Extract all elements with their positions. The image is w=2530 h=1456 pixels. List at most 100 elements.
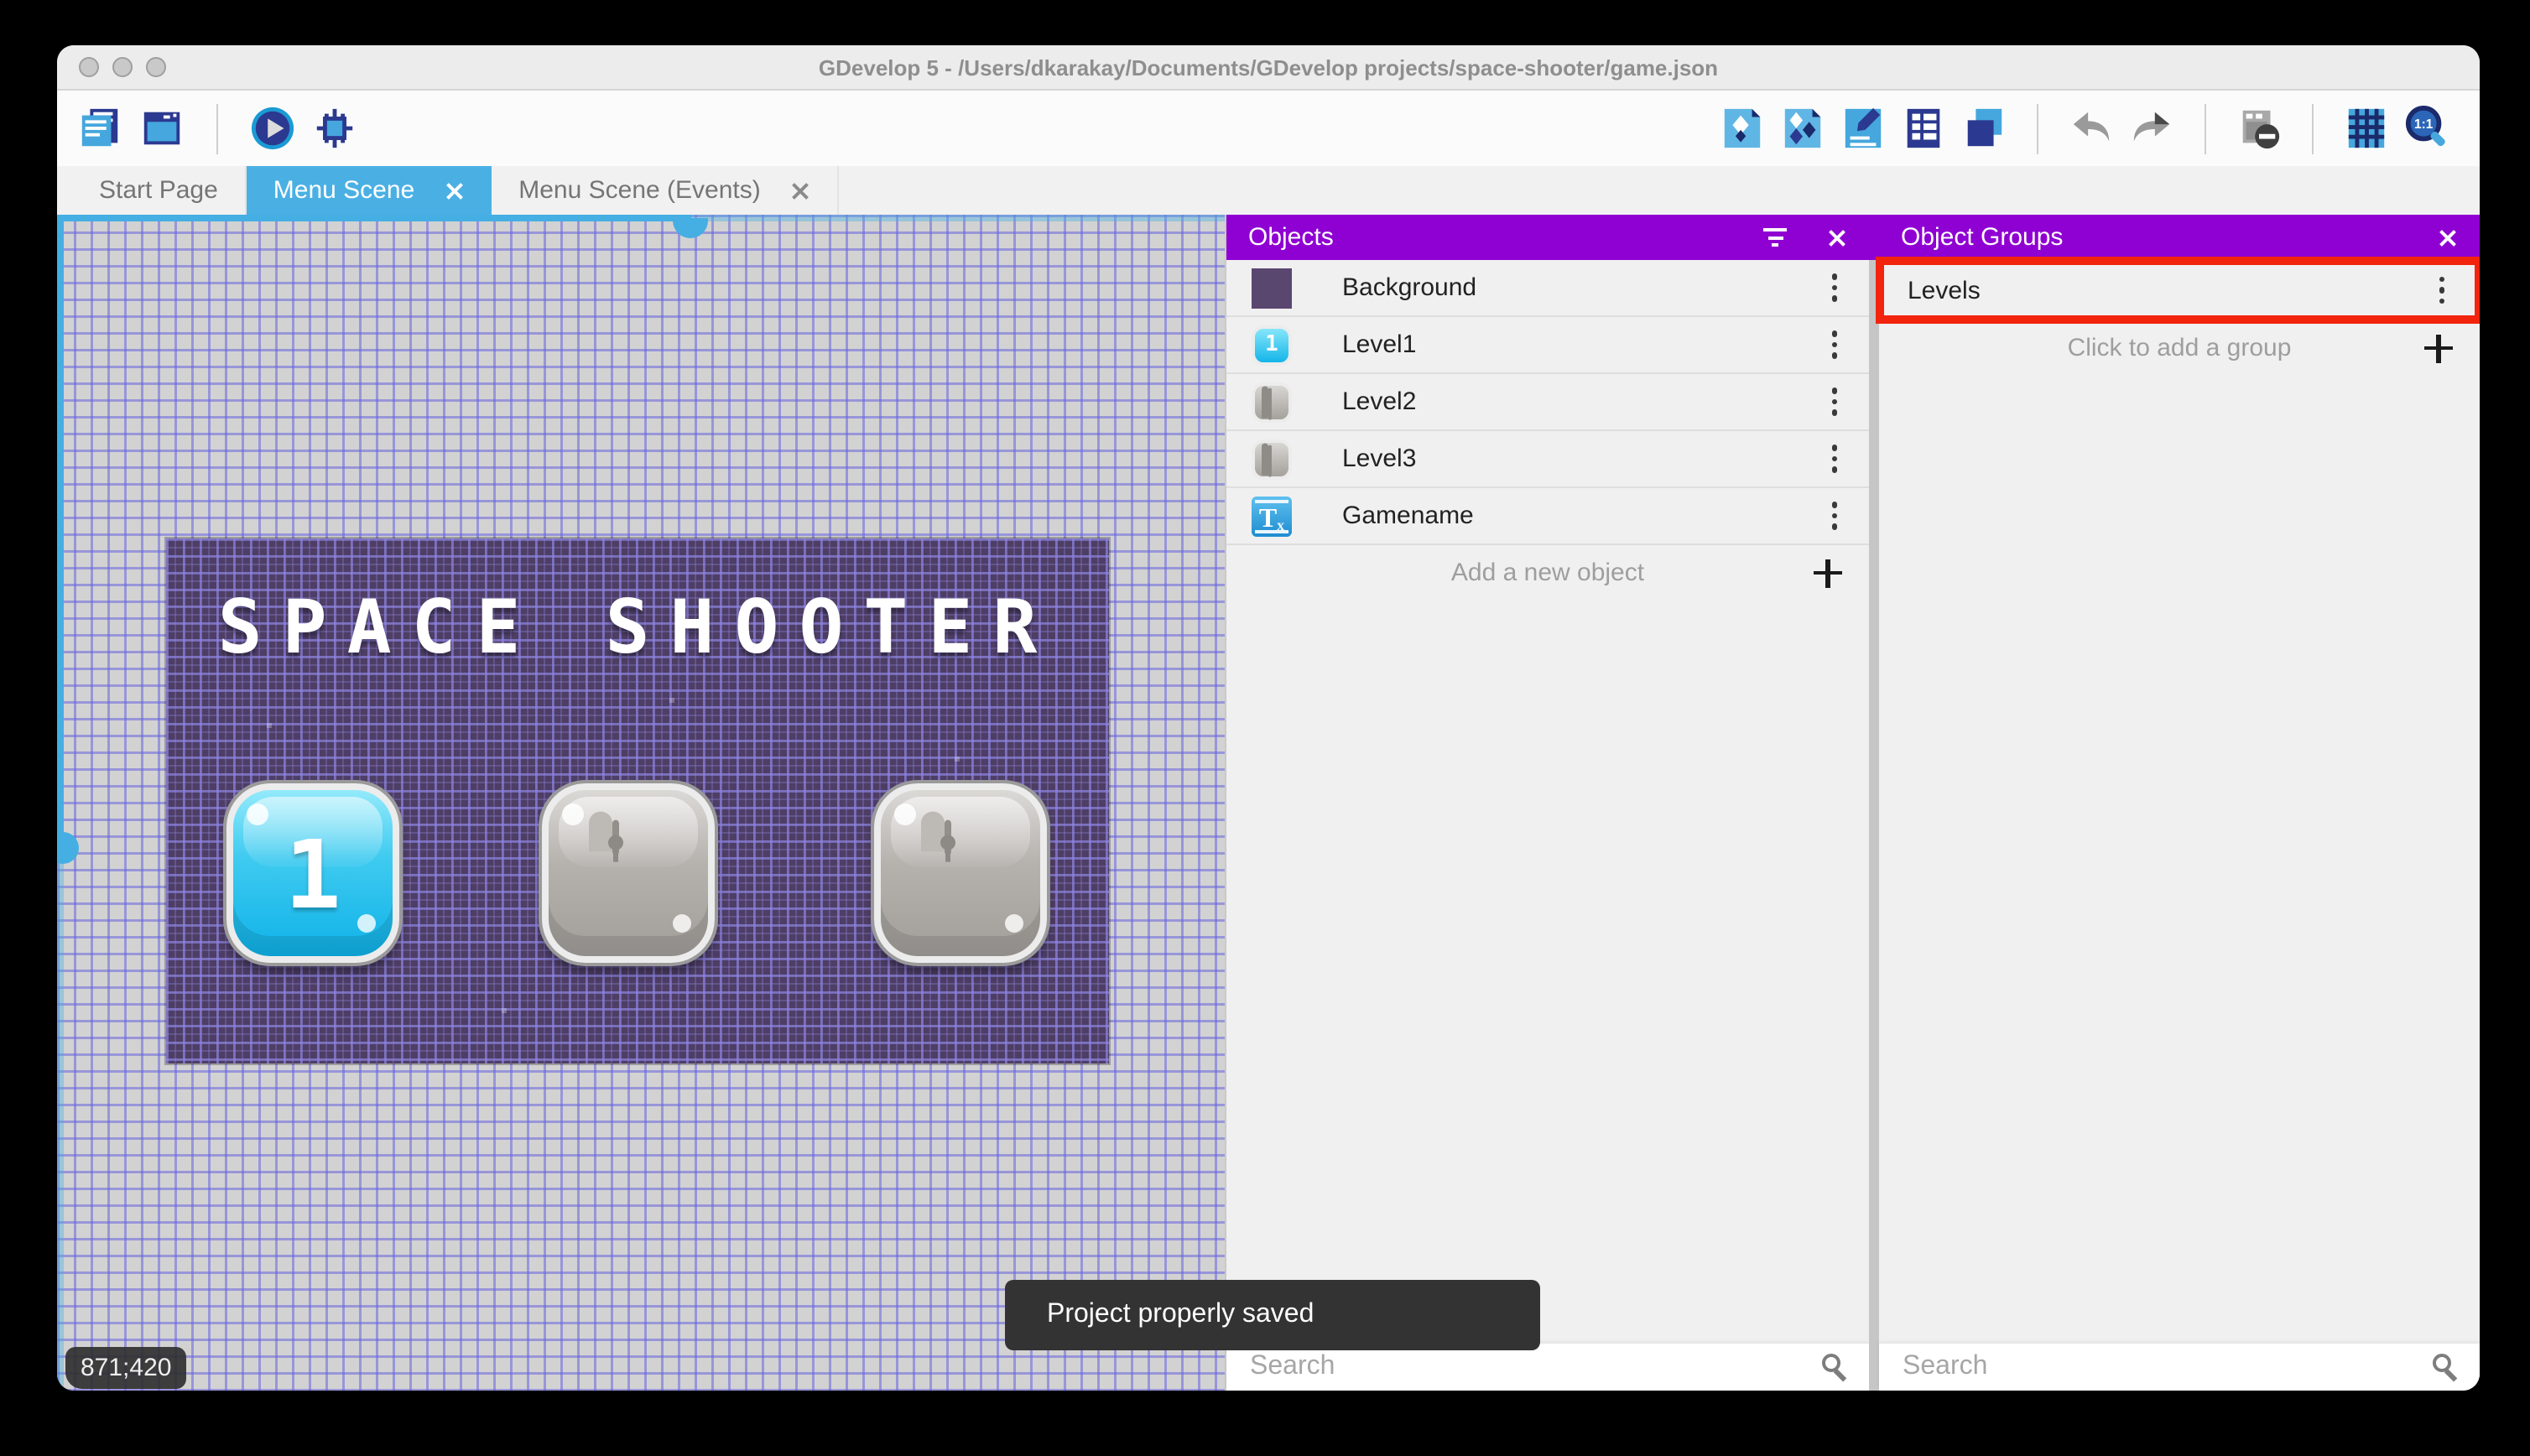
group-row-levels[interactable]: Levels	[1879, 260, 2480, 322]
object-groups-panel-header: Object Groups	[1879, 215, 2480, 260]
object-name: Background	[1342, 273, 1825, 302]
close-panel-icon[interactable]	[2438, 227, 2458, 247]
tab-menu-scene-events[interactable]: Menu Scene (Events)	[492, 166, 840, 215]
close-tab-icon[interactable]	[445, 180, 465, 200]
objects-panel: Objects Background 1 Level1 Level2	[1225, 215, 1869, 1391]
grid-icon[interactable]	[2344, 106, 2389, 151]
level1-number: 1	[233, 790, 393, 956]
close-panel-icon[interactable]	[1827, 227, 1847, 247]
lock-icon	[920, 823, 1001, 920]
level3-button-instance[interactable]	[874, 783, 1047, 963]
object-row-level3[interactable]: Level3	[1226, 431, 1869, 488]
level2-thumbnail	[1252, 382, 1292, 422]
vertical-scrollbar-thumb[interactable]	[57, 832, 79, 864]
search-icon[interactable]	[2431, 1353, 2460, 1381]
close-tab-icon[interactable]	[791, 180, 811, 200]
object-name: Gamename	[1342, 502, 1825, 530]
object-name: Level1	[1342, 330, 1825, 359]
star-speck	[502, 1008, 507, 1013]
filter-icon[interactable]	[1763, 228, 1787, 247]
horizontal-scrollbar-thumb[interactable]	[673, 218, 708, 238]
maximize-window-button[interactable]	[146, 57, 166, 77]
object-row-level1[interactable]: 1 Level1	[1226, 317, 1869, 374]
background-object-instance[interactable]: SPACE SHOOTER 1	[166, 538, 1109, 1063]
object-groups-icon[interactable]	[1780, 106, 1825, 151]
object-menu-icon[interactable]	[1825, 325, 1844, 366]
groups-search-input[interactable]	[1899, 1350, 2431, 1384]
lock-icon	[588, 823, 669, 920]
toolbar: 1:1	[57, 91, 2480, 166]
app-window: GDevelop 5 - /Users/dkarakay/Documents/G…	[57, 45, 2480, 1391]
level2-button-instance[interactable]	[542, 783, 715, 963]
star-speck	[267, 723, 272, 728]
group-name: Levels	[1908, 276, 2432, 304]
window-title: GDevelop 5 - /Users/dkarakay/Documents/G…	[819, 55, 1718, 80]
save-toast: Project properly saved	[1005, 1280, 1540, 1350]
toolbar-separator	[2205, 103, 2206, 153]
debug-icon[interactable]	[312, 106, 357, 151]
horizontal-scrollbar[interactable]	[57, 215, 1225, 221]
toolbar-right: 1:1	[1720, 103, 2449, 153]
object-name: Level2	[1342, 387, 1825, 416]
minimize-window-button[interactable]	[112, 57, 133, 77]
object-groups-panel-title: Object Groups	[1901, 223, 2438, 252]
add-group-button[interactable]: Click to add a group	[1879, 322, 2480, 374]
screenshot-stage: GDevelop 5 - /Users/dkarakay/Documents/G…	[0, 0, 2530, 1456]
tab-label: Menu Scene (Events)	[518, 176, 761, 205]
panel-divider-top	[1869, 215, 1879, 260]
object-menu-icon[interactable]	[1825, 496, 1844, 537]
plus-icon	[1814, 559, 1842, 587]
objects-panel-title: Objects	[1248, 223, 1763, 252]
mask-icon[interactable]	[2236, 106, 2282, 151]
object-row-background[interactable]: Background	[1226, 260, 1869, 317]
tab-menu-scene[interactable]: Menu Scene	[247, 166, 492, 215]
button-highlight	[673, 914, 691, 933]
tab-label: Menu Scene	[273, 176, 414, 205]
toolbar-separator	[216, 103, 218, 153]
game-title-text: SPACE SHOOTER	[166, 585, 1109, 671]
object-row-gamename[interactable]: Tx Gamename	[1226, 488, 1869, 545]
object-row-level2[interactable]: Level2	[1226, 374, 1869, 431]
objects-search-input[interactable]	[1247, 1350, 1820, 1384]
instances-list-icon[interactable]	[1901, 106, 1946, 151]
redo-icon[interactable]	[2129, 106, 2174, 151]
properties-icon[interactable]	[1840, 106, 1886, 151]
object-groups-panel: Object Groups Levels Click to add a grou…	[1879, 215, 2480, 1391]
tab-label: Start Page	[99, 176, 218, 205]
button-highlight	[1005, 914, 1023, 933]
object-menu-icon[interactable]	[1825, 439, 1844, 480]
object-menu-icon[interactable]	[1825, 268, 1844, 309]
layers-icon[interactable]	[1961, 106, 2007, 151]
add-object-button[interactable]: Add a new object	[1226, 545, 1869, 601]
cursor-coordinates-badge: 871;420	[65, 1347, 186, 1389]
background-thumbnail	[1252, 268, 1292, 308]
toolbar-separator	[2037, 103, 2038, 153]
objects-editor-icon[interactable]	[1720, 106, 1765, 151]
panel-divider[interactable]	[1869, 215, 1879, 1391]
objects-panel-header: Objects	[1226, 215, 1869, 260]
vertical-scrollbar[interactable]	[57, 215, 64, 1391]
undo-icon[interactable]	[2069, 106, 2114, 151]
window-controls	[79, 57, 166, 77]
zoom-level-label: 1:1	[2414, 117, 2434, 132]
button-highlight	[894, 803, 916, 825]
play-icon[interactable]	[250, 106, 295, 151]
tab-start-page[interactable]: Start Page	[72, 166, 247, 215]
search-icon[interactable]	[1820, 1353, 1849, 1381]
level3-thumbnail	[1252, 439, 1292, 479]
star-speck	[955, 757, 960, 762]
group-menu-icon[interactable]	[2432, 270, 2451, 311]
close-window-button[interactable]	[79, 57, 99, 77]
object-menu-icon[interactable]	[1825, 382, 1844, 423]
titlebar: GDevelop 5 - /Users/dkarakay/Documents/G…	[57, 45, 2480, 91]
object-name: Level3	[1342, 445, 1825, 473]
zoom-1-1-icon[interactable]: 1:1	[2404, 106, 2449, 151]
level1-button-instance[interactable]: 1	[226, 783, 399, 963]
tab-bar: Start Page Menu Scene Menu Scene (Events…	[57, 166, 2480, 215]
scene-canvas[interactable]: SPACE SHOOTER 1	[57, 215, 1225, 1391]
project-manager-icon[interactable]	[77, 106, 122, 151]
text-object-thumbnail: Tx	[1252, 496, 1292, 536]
add-group-label: Click to add a group	[2068, 334, 2292, 362]
level1-thumbnail: 1	[1252, 325, 1292, 365]
start-page-icon[interactable]	[139, 106, 185, 151]
